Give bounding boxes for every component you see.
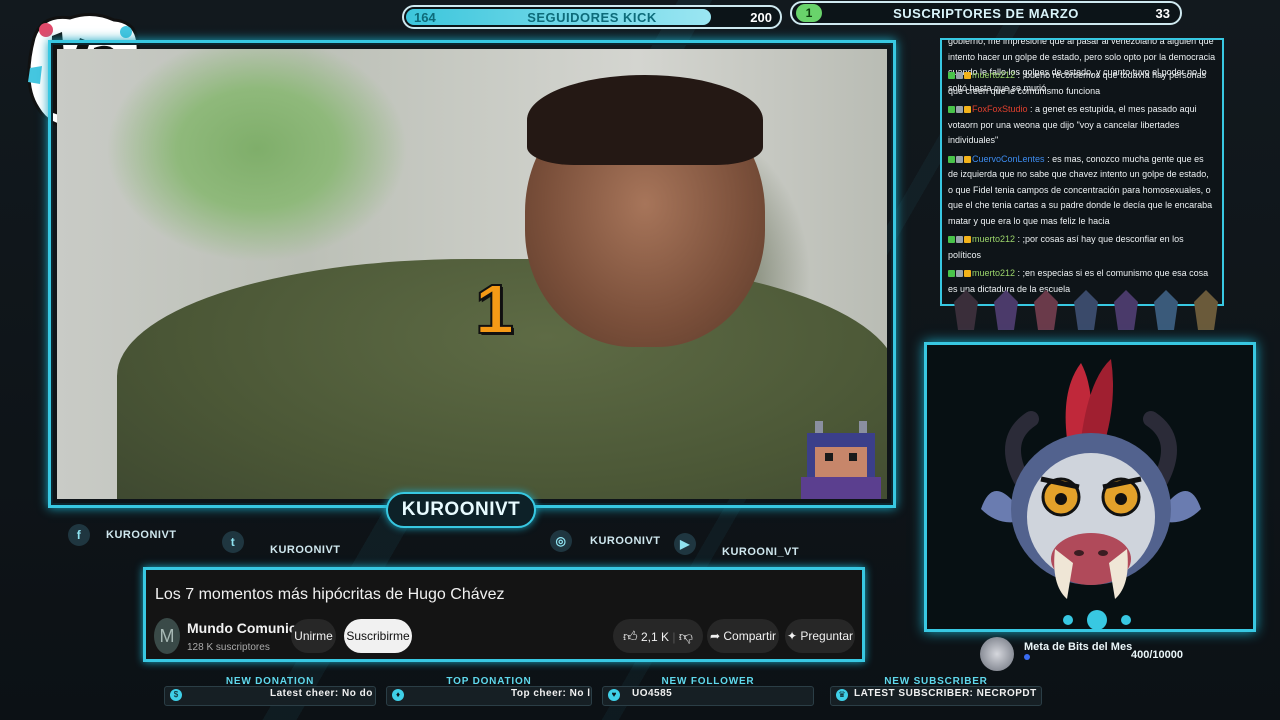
ticker-text: LATEST SUBSCRIBER: NECROPDT <box>854 688 1037 699</box>
chat-badge-icon <box>964 72 971 80</box>
subs-label: SUSCRIPTORES DE MARZO <box>893 5 1079 21</box>
chat-badge-icon <box>964 270 971 278</box>
twitter-icon: t <box>222 531 244 553</box>
ticker-text: Latest cheer: No do <box>270 688 373 699</box>
subscribe-button[interactable]: Suscribirme <box>344 619 412 653</box>
chat-badge-icon <box>948 270 955 278</box>
drop-icon: ♦ <box>392 689 404 701</box>
followers-label: SEGUIDORES KICK <box>527 9 657 25</box>
instagram-icon: ◎ <box>550 530 572 552</box>
channel-name-text: Mundo Comunica <box>187 620 305 636</box>
social-youtube-name: KUROONI_VT <box>722 546 800 558</box>
facebook-icon: f <box>68 524 90 546</box>
like-dislike-group[interactable]: 👍︎ 2,1 K | 👎︎ <box>613 619 703 653</box>
chat-username[interactable]: CuervoConLentes <box>972 154 1045 164</box>
subs-target: 33 <box>1155 5 1170 21</box>
donation-icon: $ <box>170 689 182 701</box>
chat-badge-icon <box>956 155 963 163</box>
share-button[interactable]: ➦ Compartir <box>707 619 779 653</box>
video-title: Los 7 momentos más hipócritas de Hugo Ch… <box>155 586 505 603</box>
chat-badge-icon <box>964 106 971 114</box>
chat-username[interactable]: FoxFoxStudio <box>972 104 1028 114</box>
chat-badge-icon <box>948 72 955 80</box>
chat-badge-icon <box>964 236 971 244</box>
video-player[interactable]: 1 <box>57 49 887 499</box>
bits-goal-bar <box>1024 654 1030 660</box>
channel-avatar[interactable]: M <box>154 618 180 654</box>
ticker-new-subscriber: NEW SUBSCRIBER ♛ LATEST SUBSCRIBER: NECR… <box>830 676 1042 706</box>
followers-target: 200 <box>750 9 772 25</box>
ticker-text: Top cheer: No l <box>511 688 591 699</box>
chat-username[interactable]: muerto212 <box>972 268 1015 278</box>
bits-goal-icon <box>980 637 1014 671</box>
thumbs-down-icon[interactable]: 👎︎ <box>679 628 693 644</box>
chat-message: muerto212 : ;bueno recordemos que todaví… <box>948 68 1216 99</box>
chat-sprites <box>954 290 1218 330</box>
thumbs-up-icon[interactable]: 👍︎ <box>623 628 638 644</box>
crown-icon: ♛ <box>836 689 848 701</box>
share-icon: ➦ <box>709 629 721 643</box>
social-twitter-name: KUROONIVT <box>270 544 341 556</box>
share-label: Compartir <box>723 629 777 643</box>
pixel-pet-icon <box>801 421 881 499</box>
sparkle-icon: ✦ <box>786 629 797 643</box>
youtube-icon: ▶ <box>674 533 696 555</box>
channel-name-tag: KUROONIVT <box>386 492 536 528</box>
video-frame: 1 <box>48 40 896 508</box>
join-button[interactable]: Unirme <box>291 619 336 653</box>
stream-overlay: 164 SEGUIDORES KICK 200 1 SUSCRIPTORES D… <box>0 0 1280 720</box>
ticker-top-donation: TOP DONATION ♦ Top cheer: No l <box>386 676 592 706</box>
chat-badge-icon <box>948 236 955 244</box>
chat-text: : es mas, conozco mucha gente que es de … <box>948 153 1213 226</box>
youtube-info-panel: Los 7 momentos más hipócritas de Hugo Ch… <box>143 567 865 662</box>
chat-badge-icon <box>964 155 971 163</box>
social-youtube[interactable]: ▶ KUROONI_VT <box>674 530 799 558</box>
video-overlay-number: 1 <box>474 269 515 349</box>
bits-goal-progress: 400/10000 <box>1131 649 1183 661</box>
chat-message: CuervoConLentes : es mas, conozco mucha … <box>948 152 1216 230</box>
camera-frame <box>924 342 1256 632</box>
chat-badge-icon <box>956 236 963 244</box>
chat-panel[interactable]: gobierno, me impresione que al pasar al … <box>940 38 1224 306</box>
chat-username[interactable]: muerto212 <box>972 234 1015 244</box>
social-twitter[interactable]: t KUROONIVT <box>222 528 341 556</box>
social-facebook-name: KUROONIVT <box>106 529 177 541</box>
subs-goal-bar: 1 SUSCRIPTORES DE MARZO 33 <box>790 1 1182 25</box>
ticker-text: UO4585 <box>632 688 673 699</box>
bits-goal-label: Meta de Bits del Mes <box>1024 641 1133 653</box>
ticker-new-follower: NEW FOLLOWER ♥ UO4585 <box>602 676 814 706</box>
social-instagram-name: KUROONIVT <box>590 535 661 547</box>
like-count: 2,1 K <box>640 630 669 644</box>
chat-badge-icon <box>956 106 963 114</box>
subscriber-count: 128 K suscriptores <box>187 642 270 653</box>
ask-button[interactable]: ✦ Preguntar <box>785 619 855 653</box>
ask-label: Preguntar <box>800 629 854 643</box>
vtuber-avatar <box>981 359 1201 599</box>
followers-goal-bar: 164 SEGUIDORES KICK 200 <box>402 5 782 29</box>
video-subject-hair <box>527 75 763 165</box>
ticker-new-donation: NEW DONATION $ Latest cheer: No do <box>164 676 376 706</box>
camera-indicator <box>1063 610 1131 630</box>
chat-message: FoxFoxStudio : a genet es estupida, el m… <box>948 102 1216 149</box>
chat-badge-icon <box>956 72 963 80</box>
chat-badge-icon <box>948 155 955 163</box>
chat-username[interactable]: muerto212 <box>972 70 1015 80</box>
chat-badge-icon <box>956 270 963 278</box>
follower-icon: ♥ <box>608 689 620 701</box>
social-instagram[interactable]: ◎ KUROONIVT <box>550 530 661 552</box>
chat-message-list: muerto212 : ;bueno recordemos que todaví… <box>948 68 1216 300</box>
social-facebook[interactable]: f KUROONIVT <box>68 524 177 546</box>
chat-badge-icon <box>948 106 955 114</box>
chat-message: muerto212 : ;por cosas así hay que desco… <box>948 232 1216 263</box>
